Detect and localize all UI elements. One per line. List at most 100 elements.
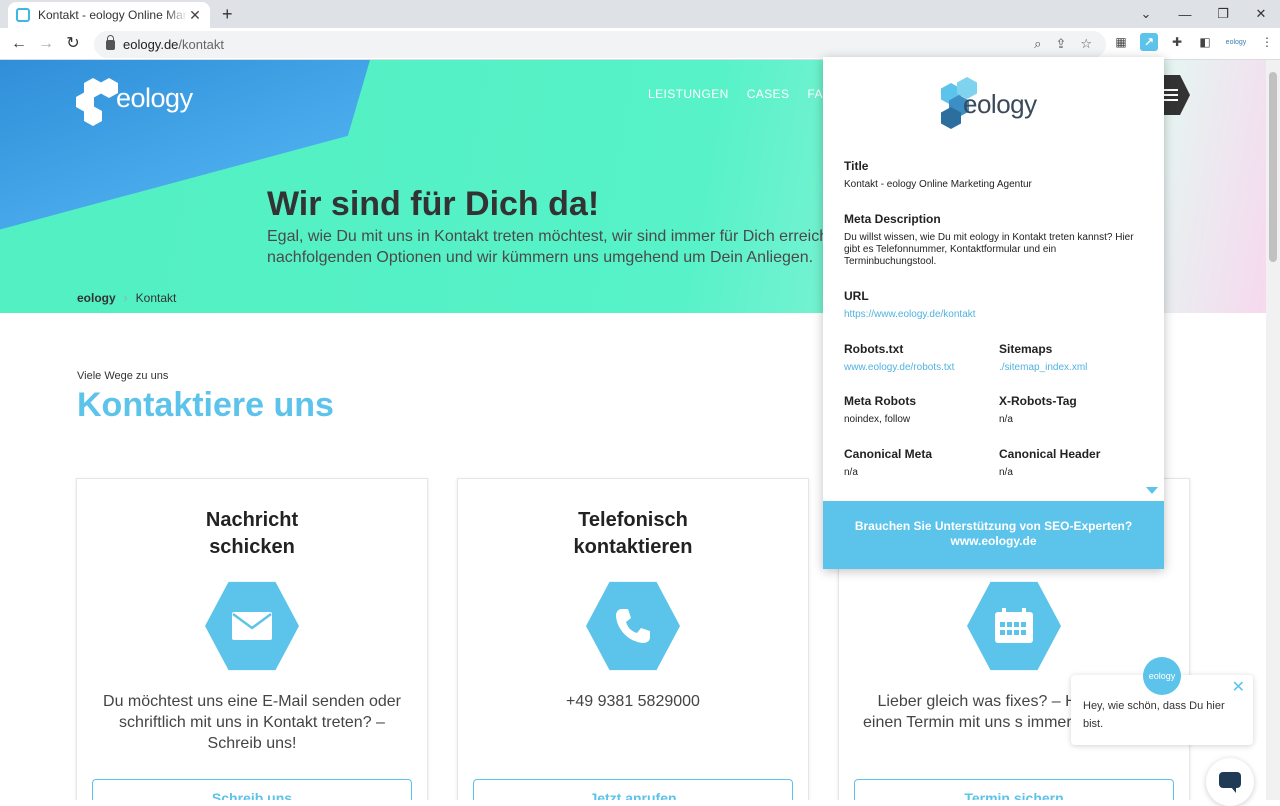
cta-line-1: Brauchen Sie Unterstützung von SEO-Exper… bbox=[854, 519, 1133, 533]
close-window-button[interactable]: ✕ bbox=[1242, 0, 1280, 28]
popup-canonical-meta-field: Canonical Meta n/a bbox=[844, 447, 994, 479]
chat-bubble-icon bbox=[1219, 772, 1241, 793]
card-title-line-1: Telefonisch bbox=[578, 509, 688, 531]
logo-text: eology bbox=[116, 82, 193, 113]
cta-line-2: www.eology.de bbox=[950, 534, 1037, 548]
logo-hexagons-icon bbox=[76, 76, 120, 126]
eology-extension-icon[interactable]: eology bbox=[1224, 33, 1248, 51]
field-label: Title bbox=[844, 159, 869, 173]
tab-search-icon[interactable]: ⌄ bbox=[1126, 0, 1166, 28]
restore-button[interactable]: ❐ bbox=[1204, 0, 1242, 28]
contact-card-message: Nachricht schicken Du möchtest uns eine … bbox=[76, 478, 428, 800]
url-host: eology.de bbox=[123, 37, 179, 52]
book-appointment-button[interactable]: Termin sichern bbox=[854, 779, 1174, 800]
hero-title: Wir sind für Dich da! bbox=[267, 185, 600, 223]
minimize-button[interactable]: — bbox=[1166, 0, 1204, 28]
eology-favicon-icon bbox=[16, 8, 30, 22]
field-value: n/a bbox=[844, 467, 858, 478]
field-value: Du willst wissen, wie Du mit eology in K… bbox=[844, 232, 1134, 267]
scrollbar-thumb[interactable] bbox=[1269, 72, 1277, 262]
field-label: Canonical Header bbox=[999, 447, 1101, 461]
share-icon[interactable]: ⇪ bbox=[1055, 36, 1066, 52]
hero-lead-line-1: Egal, wie Du mit uns in Kontakt treten m… bbox=[267, 228, 827, 245]
popup-x-robots-field: X-Robots-Tag n/a bbox=[999, 394, 1149, 426]
chat-avatar: eology bbox=[1143, 657, 1181, 695]
field-label: URL bbox=[844, 289, 869, 303]
field-value: noindex, follow bbox=[844, 414, 911, 425]
field-label: Robots.txt bbox=[844, 342, 904, 356]
chat-close-icon[interactable]: ✕ bbox=[1232, 679, 1245, 697]
popup-url-field: URL https://www.eology.de/kontakt bbox=[844, 289, 1144, 321]
popup-canonical-header-field: Canonical Header n/a bbox=[999, 447, 1149, 479]
popup-robots-field: Robots.txt www.eology.de/robots.txt bbox=[844, 342, 994, 374]
main-navigation: LEISTUNGEN CASES FAQ bbox=[648, 87, 851, 101]
envelope-icon bbox=[205, 581, 299, 671]
tab-title: Kontakt - eology Online Marketing Agentu… bbox=[38, 8, 188, 22]
browser-tab-active[interactable]: Kontakt - eology Online Marketing Agentu… bbox=[8, 2, 210, 28]
card-title-line-2: kontaktieren bbox=[573, 536, 693, 558]
browser-menu-icon[interactable]: ⋮ bbox=[1258, 33, 1276, 51]
call-now-button[interactable]: Jetzt anrufen bbox=[473, 779, 793, 800]
field-label: Meta Description bbox=[844, 212, 941, 226]
breadcrumb-home[interactable]: eology bbox=[77, 291, 116, 305]
forward-arrow-icon[interactable]: → bbox=[35, 34, 57, 54]
back-arrow-icon[interactable]: ← bbox=[8, 34, 30, 54]
url-link[interactable]: https://www.eology.de/kontakt bbox=[844, 309, 1144, 321]
browser-toolbar: ← → ↻ eology.de/kontakt ⌕ ⇪ ☆ ▦ ↗ ✚ ◧ eo… bbox=[0, 28, 1280, 60]
hero-lead-line-2: nachfolgenden Optionen und wir kümmern u… bbox=[267, 249, 814, 266]
site-logo[interactable]: eology bbox=[76, 76, 193, 126]
chat-message: Hey, wie schön, dass Du hier bist. bbox=[1083, 700, 1225, 730]
card-title: Telefonisch kontaktieren bbox=[458, 507, 808, 561]
new-tab-button[interactable]: + bbox=[222, 4, 233, 25]
contact-card-phone: Telefonisch kontaktieren +49 9381 582900… bbox=[457, 478, 809, 800]
breadcrumb: eology › Kontakt bbox=[77, 291, 176, 305]
popup-cta-banner[interactable]: Brauchen Sie Unterstützung von SEO-Exper… bbox=[823, 501, 1164, 569]
popup-meta-robots-field: Meta Robots noindex, follow bbox=[844, 394, 994, 426]
field-label: Meta Robots bbox=[844, 394, 916, 408]
bookmark-star-icon[interactable]: ☆ bbox=[1080, 36, 1092, 52]
phone-icon bbox=[586, 581, 680, 671]
field-value: n/a bbox=[999, 414, 1013, 425]
seo-extension-popup: eology Title Kontakt - eology Online Mar… bbox=[823, 57, 1164, 569]
reload-icon[interactable]: ↻ bbox=[62, 34, 84, 54]
qr-code-icon[interactable]: ▦ bbox=[1112, 33, 1130, 51]
popup-meta-description-field: Meta Description Du willst wissen, wie D… bbox=[844, 212, 1144, 268]
popup-logo: eology bbox=[941, 77, 1051, 133]
section-subtitle: Viele Wege zu uns bbox=[77, 370, 169, 382]
extensions-puzzle-icon[interactable]: ✚ bbox=[1168, 33, 1186, 51]
breadcrumb-chevron-icon: › bbox=[123, 291, 128, 305]
card-title-line-2: schicken bbox=[209, 536, 295, 558]
field-value: n/a bbox=[999, 467, 1013, 478]
side-panel-icon[interactable]: ◧ bbox=[1196, 33, 1214, 51]
card-title: Nachricht schicken bbox=[77, 507, 427, 561]
write-us-button[interactable]: Schreib uns bbox=[92, 779, 412, 800]
breadcrumb-current: Kontakt bbox=[135, 291, 177, 305]
field-label: Sitemaps bbox=[999, 342, 1053, 356]
browser-tabbar: Kontakt - eology Online Marketing Agentu… bbox=[0, 0, 1280, 28]
zoom-icon[interactable]: ⌕ bbox=[1034, 36, 1041, 52]
popup-logo-text: eology bbox=[963, 89, 1037, 119]
calendar-icon bbox=[967, 581, 1061, 671]
section-title: Kontaktiere uns bbox=[77, 386, 334, 424]
nav-cases[interactable]: CASES bbox=[747, 87, 790, 101]
chat-launcher-button[interactable] bbox=[1206, 758, 1254, 806]
address-bar[interactable]: eology.de/kontakt ⌕ ⇪ ☆ bbox=[94, 31, 1106, 58]
popup-title-field: Title Kontakt - eology Online Marketing … bbox=[844, 159, 1144, 191]
popup-sitemaps-field: Sitemaps ./sitemap_index.xml bbox=[999, 342, 1149, 374]
url-path: /kontakt bbox=[178, 37, 224, 52]
nav-leistungen[interactable]: LEISTUNGEN bbox=[648, 87, 729, 101]
scroll-down-arrow-icon[interactable] bbox=[1146, 487, 1158, 494]
field-label: Canonical Meta bbox=[844, 447, 933, 461]
seo-extension-icon[interactable]: ↗ bbox=[1140, 33, 1158, 51]
sitemap-link[interactable]: ./sitemap_index.xml bbox=[999, 362, 1149, 374]
phone-number[interactable]: +49 9381 5829000 bbox=[478, 691, 788, 712]
robots-link[interactable]: www.eology.de/robots.txt bbox=[844, 362, 994, 374]
tab-close-icon[interactable]: ✕ bbox=[188, 7, 202, 24]
page-scrollbar[interactable] bbox=[1266, 60, 1280, 800]
card-text: Du möchtest uns eine E-Mail senden oder … bbox=[103, 693, 401, 752]
field-label: X-Robots-Tag bbox=[999, 394, 1077, 408]
lock-icon bbox=[106, 34, 115, 50]
window-controls: ⌄ — ❐ ✕ bbox=[1126, 0, 1280, 28]
card-title-line-1: Nachricht bbox=[205, 509, 299, 531]
hero-lead: Egal, wie Du mit uns in Kontakt treten m… bbox=[267, 226, 827, 268]
